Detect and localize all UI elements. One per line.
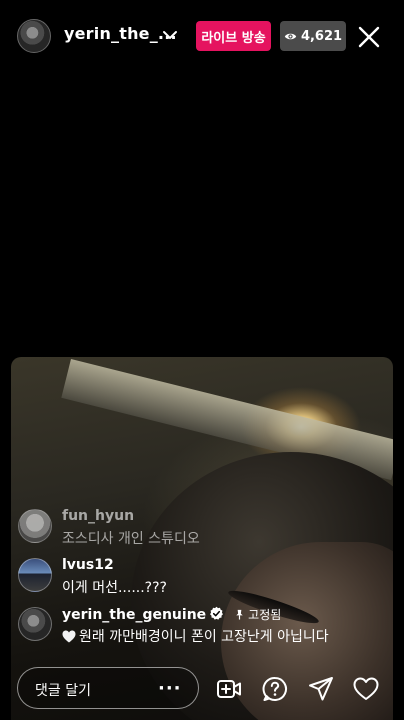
commenter-avatar[interactable] bbox=[18, 607, 52, 641]
host-avatar[interactable] bbox=[17, 19, 51, 53]
host-username[interactable]: yerin_the_... bbox=[64, 24, 177, 43]
like-button[interactable] bbox=[353, 676, 379, 702]
live-badge-label: 라이브 방송 bbox=[201, 30, 266, 46]
live-badge: 라이브 방송 bbox=[196, 21, 271, 51]
commenter-username[interactable]: yerin_the_genuine bbox=[62, 607, 206, 623]
comment-text: 이게 머선......??? bbox=[62, 580, 167, 596]
pinned-comment-item: yerin_the_genuine 고정됨 원래 까만배경이니 폰이 고장난게 … bbox=[18, 603, 388, 645]
commenter-username[interactable]: fun_hyun bbox=[62, 508, 134, 524]
comment-text-row: 원래 까만배경이니 폰이 고장난게 아닙니다 bbox=[62, 626, 329, 646]
add-video-icon bbox=[217, 680, 241, 698]
commenter-avatar[interactable] bbox=[18, 509, 52, 543]
comment-item: fun_hyun 조스디사 개인 스튜디오 bbox=[18, 505, 388, 547]
heart-icon bbox=[62, 630, 76, 643]
verified-icon bbox=[210, 606, 224, 620]
comment-item: lvus12 이게 머선......??? bbox=[18, 554, 388, 596]
question-button[interactable] bbox=[262, 676, 288, 702]
pinned-label: 고정됨 bbox=[248, 608, 282, 622]
comment-text: 조스디사 개인 스튜디오 bbox=[62, 531, 200, 547]
chevron-down-icon[interactable] bbox=[162, 27, 178, 43]
share-button[interactable] bbox=[308, 676, 334, 702]
comment-list: fun_hyun 조스디사 개인 스튜디오 lvus12 이게 머선......… bbox=[18, 505, 388, 652]
question-icon bbox=[262, 676, 287, 701]
comment-input[interactable]: 댓글 달기 ··· bbox=[17, 667, 199, 709]
commenter-username[interactable]: lvus12 bbox=[62, 557, 114, 573]
top-bar: yerin_the_... 라이브 방송 4,621 bbox=[0, 0, 404, 74]
more-options-button[interactable]: ··· bbox=[158, 678, 182, 699]
eye-icon bbox=[284, 33, 297, 39]
send-icon bbox=[309, 677, 333, 701]
pinned-indicator: 고정됨 bbox=[234, 608, 281, 622]
commenter-name-row: yerin_the_genuine 고정됨 bbox=[62, 606, 281, 623]
like-icon bbox=[353, 677, 379, 700]
comment-input-placeholder: 댓글 달기 bbox=[35, 683, 91, 699]
viewer-count: 4,621 bbox=[300, 28, 343, 44]
viewer-count-badge[interactable]: 4,621 bbox=[280, 21, 346, 51]
close-icon[interactable] bbox=[357, 25, 381, 49]
add-video-button[interactable] bbox=[216, 676, 242, 702]
commenter-avatar[interactable] bbox=[18, 558, 52, 592]
comment-text: 원래 까만배경이니 폰이 고장난게 아닙니다 bbox=[79, 629, 329, 645]
pin-icon bbox=[236, 609, 243, 620]
